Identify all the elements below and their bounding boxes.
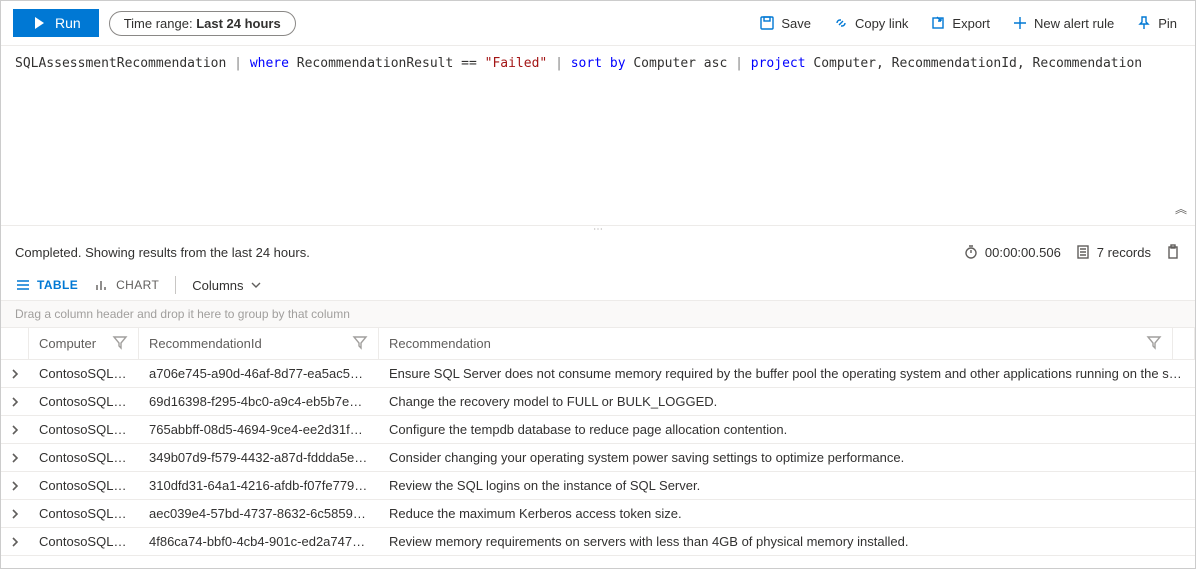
clipboard-icon <box>1165 244 1181 260</box>
table-row[interactable]: ContosoSQLSrv1aec039e4-57bd-4737-8632-6c… <box>1 500 1195 528</box>
view-tabs: TABLE CHART Columns <box>1 270 1195 301</box>
save-icon <box>759 15 775 31</box>
cell-recommendationid: 310dfd31-64a1-4216-afdb-f07fe77972ca <box>139 472 379 499</box>
column-header-recommendation[interactable]: Recommendation <box>379 328 1173 359</box>
save-button[interactable]: Save <box>753 11 817 35</box>
divider <box>175 276 176 294</box>
plus-icon <box>1012 15 1028 31</box>
table-row[interactable]: ContosoSQLSrv1349b07d9-f579-4432-a87d-fd… <box>1 444 1195 472</box>
cell-computer: ContosoSQLSrv1 <box>29 360 139 387</box>
filter-icon[interactable] <box>112 334 128 353</box>
expand-row-icon[interactable] <box>1 500 29 527</box>
cell-recommendation: Ensure SQL Server does not consume memor… <box>379 360 1195 387</box>
cell-recommendationid: 349b07d9-f579-4432-a87d-fddda5e63c... <box>139 444 379 471</box>
pin-label: Pin <box>1158 16 1177 31</box>
table-row[interactable]: ContosoSQLSrv1765abbff-08d5-4694-9ce4-ee… <box>1 416 1195 444</box>
cell-recommendationid: 765abbff-08d5-4694-9ce4-ee2d31fe0dca <box>139 416 379 443</box>
time-range-value: Last 24 hours <box>196 16 281 31</box>
chevron-down-icon <box>248 277 264 293</box>
tab-chart[interactable]: CHART <box>94 277 159 293</box>
status-message: Completed. Showing results from the last… <box>15 245 310 260</box>
column-header-recommendationid[interactable]: RecommendationId <box>139 328 379 359</box>
cell-recommendation: Consider changing your operating system … <box>379 444 1195 471</box>
new-alert-rule-button[interactable]: New alert rule <box>1006 11 1120 35</box>
new-alert-label: New alert rule <box>1034 16 1114 31</box>
stopwatch-icon <box>963 244 979 260</box>
filter-icon[interactable] <box>1146 334 1162 353</box>
grid-body: ContosoSQLSrv1a706e745-a90d-46af-8d77-ea… <box>1 360 1195 556</box>
run-label: Run <box>55 15 81 31</box>
copy-results-button[interactable] <box>1165 244 1181 260</box>
expand-row-icon[interactable] <box>1 360 29 387</box>
export-button[interactable]: Export <box>924 11 996 35</box>
cell-recommendationid: 69d16398-f295-4bc0-a9c4-eb5b7e7096... <box>139 388 379 415</box>
export-label: Export <box>952 16 990 31</box>
cell-recommendationid: a706e745-a90d-46af-8d77-ea5ac51a233c <box>139 360 379 387</box>
cell-computer: ContosoSQLSrv1 <box>29 500 139 527</box>
time-range-selector[interactable]: Time range: Last 24 hours <box>109 11 296 36</box>
link-icon <box>833 15 849 31</box>
filter-icon[interactable] <box>352 334 368 353</box>
column-end <box>1173 328 1195 359</box>
export-icon <box>930 15 946 31</box>
cell-recommendation: Review the SQL logins on the instance of… <box>379 472 1195 499</box>
cell-computer: ContosoSQLSrv1 <box>29 444 139 471</box>
pin-icon <box>1136 15 1152 31</box>
expand-row-icon[interactable] <box>1 528 29 555</box>
query-table: SQLAssessmentRecommendation <box>15 56 226 71</box>
time-range-prefix: Time range: <box>124 16 197 31</box>
records-icon <box>1075 244 1091 260</box>
cell-recommendationid: 4f86ca74-bbf0-4cb4-901c-ed2a7476602b <box>139 528 379 555</box>
expand-row-icon[interactable] <box>1 416 29 443</box>
copy-link-button[interactable]: Copy link <box>827 11 914 35</box>
columns-button[interactable]: Columns <box>192 277 263 293</box>
grid-header: Computer RecommendationId Recommendation <box>1 328 1195 360</box>
cell-recommendation: Change the recovery model to FULL or BUL… <box>379 388 1195 415</box>
cell-computer: ContosoSQLSrv1 <box>29 472 139 499</box>
save-label: Save <box>781 16 811 31</box>
cell-recommendation: Reduce the maximum Kerberos access token… <box>379 500 1195 527</box>
query-editor[interactable]: SQLAssessmentRecommendation | where Reco… <box>1 46 1195 226</box>
cell-recommendation: Review memory requirements on servers wi… <box>379 528 1195 555</box>
cell-computer: ContosoSQLSrv1 <box>29 416 139 443</box>
group-by-drop-zone[interactable]: Drag a column header and drop it here to… <box>1 301 1195 328</box>
expand-row-icon[interactable] <box>1 444 29 471</box>
chart-icon <box>94 277 110 293</box>
record-count: 7 records <box>1075 244 1151 260</box>
collapse-editor-icon[interactable]: ︽ <box>1175 200 1187 217</box>
copy-link-label: Copy link <box>855 16 908 31</box>
cell-recommendationid: aec039e4-57bd-4737-8632-6c58593d4... <box>139 500 379 527</box>
run-button[interactable]: Run <box>13 9 99 37</box>
expand-row-icon[interactable] <box>1 472 29 499</box>
table-row[interactable]: ContosoSQLSrv1a706e745-a90d-46af-8d77-ea… <box>1 360 1195 388</box>
column-header-computer[interactable]: Computer <box>29 328 139 359</box>
table-row[interactable]: ContosoSQLSrv169d16398-f295-4bc0-a9c4-eb… <box>1 388 1195 416</box>
cell-computer: ContosoSQLSrv1 <box>29 528 139 555</box>
table-row[interactable]: ContosoSQLSrv1310dfd31-64a1-4216-afdb-f0… <box>1 472 1195 500</box>
expand-row-icon[interactable] <box>1 388 29 415</box>
table-row[interactable]: ContosoSQLSrv14f86ca74-bbf0-4cb4-901c-ed… <box>1 528 1195 556</box>
status-bar: Completed. Showing results from the last… <box>1 234 1195 270</box>
column-expand <box>1 328 29 359</box>
cell-computer: ContosoSQLSrv1 <box>29 388 139 415</box>
cell-recommendation: Configure the tempdb database to reduce … <box>379 416 1195 443</box>
elapsed-time: 00:00:00.506 <box>963 244 1061 260</box>
play-icon <box>31 15 47 31</box>
table-icon <box>15 277 31 293</box>
toolbar: Run Time range: Last 24 hours Save Copy … <box>1 1 1195 46</box>
pin-button[interactable]: Pin <box>1130 11 1183 35</box>
splitter-handle[interactable]: ⋯ <box>1 226 1195 234</box>
tab-table[interactable]: TABLE <box>15 277 78 293</box>
